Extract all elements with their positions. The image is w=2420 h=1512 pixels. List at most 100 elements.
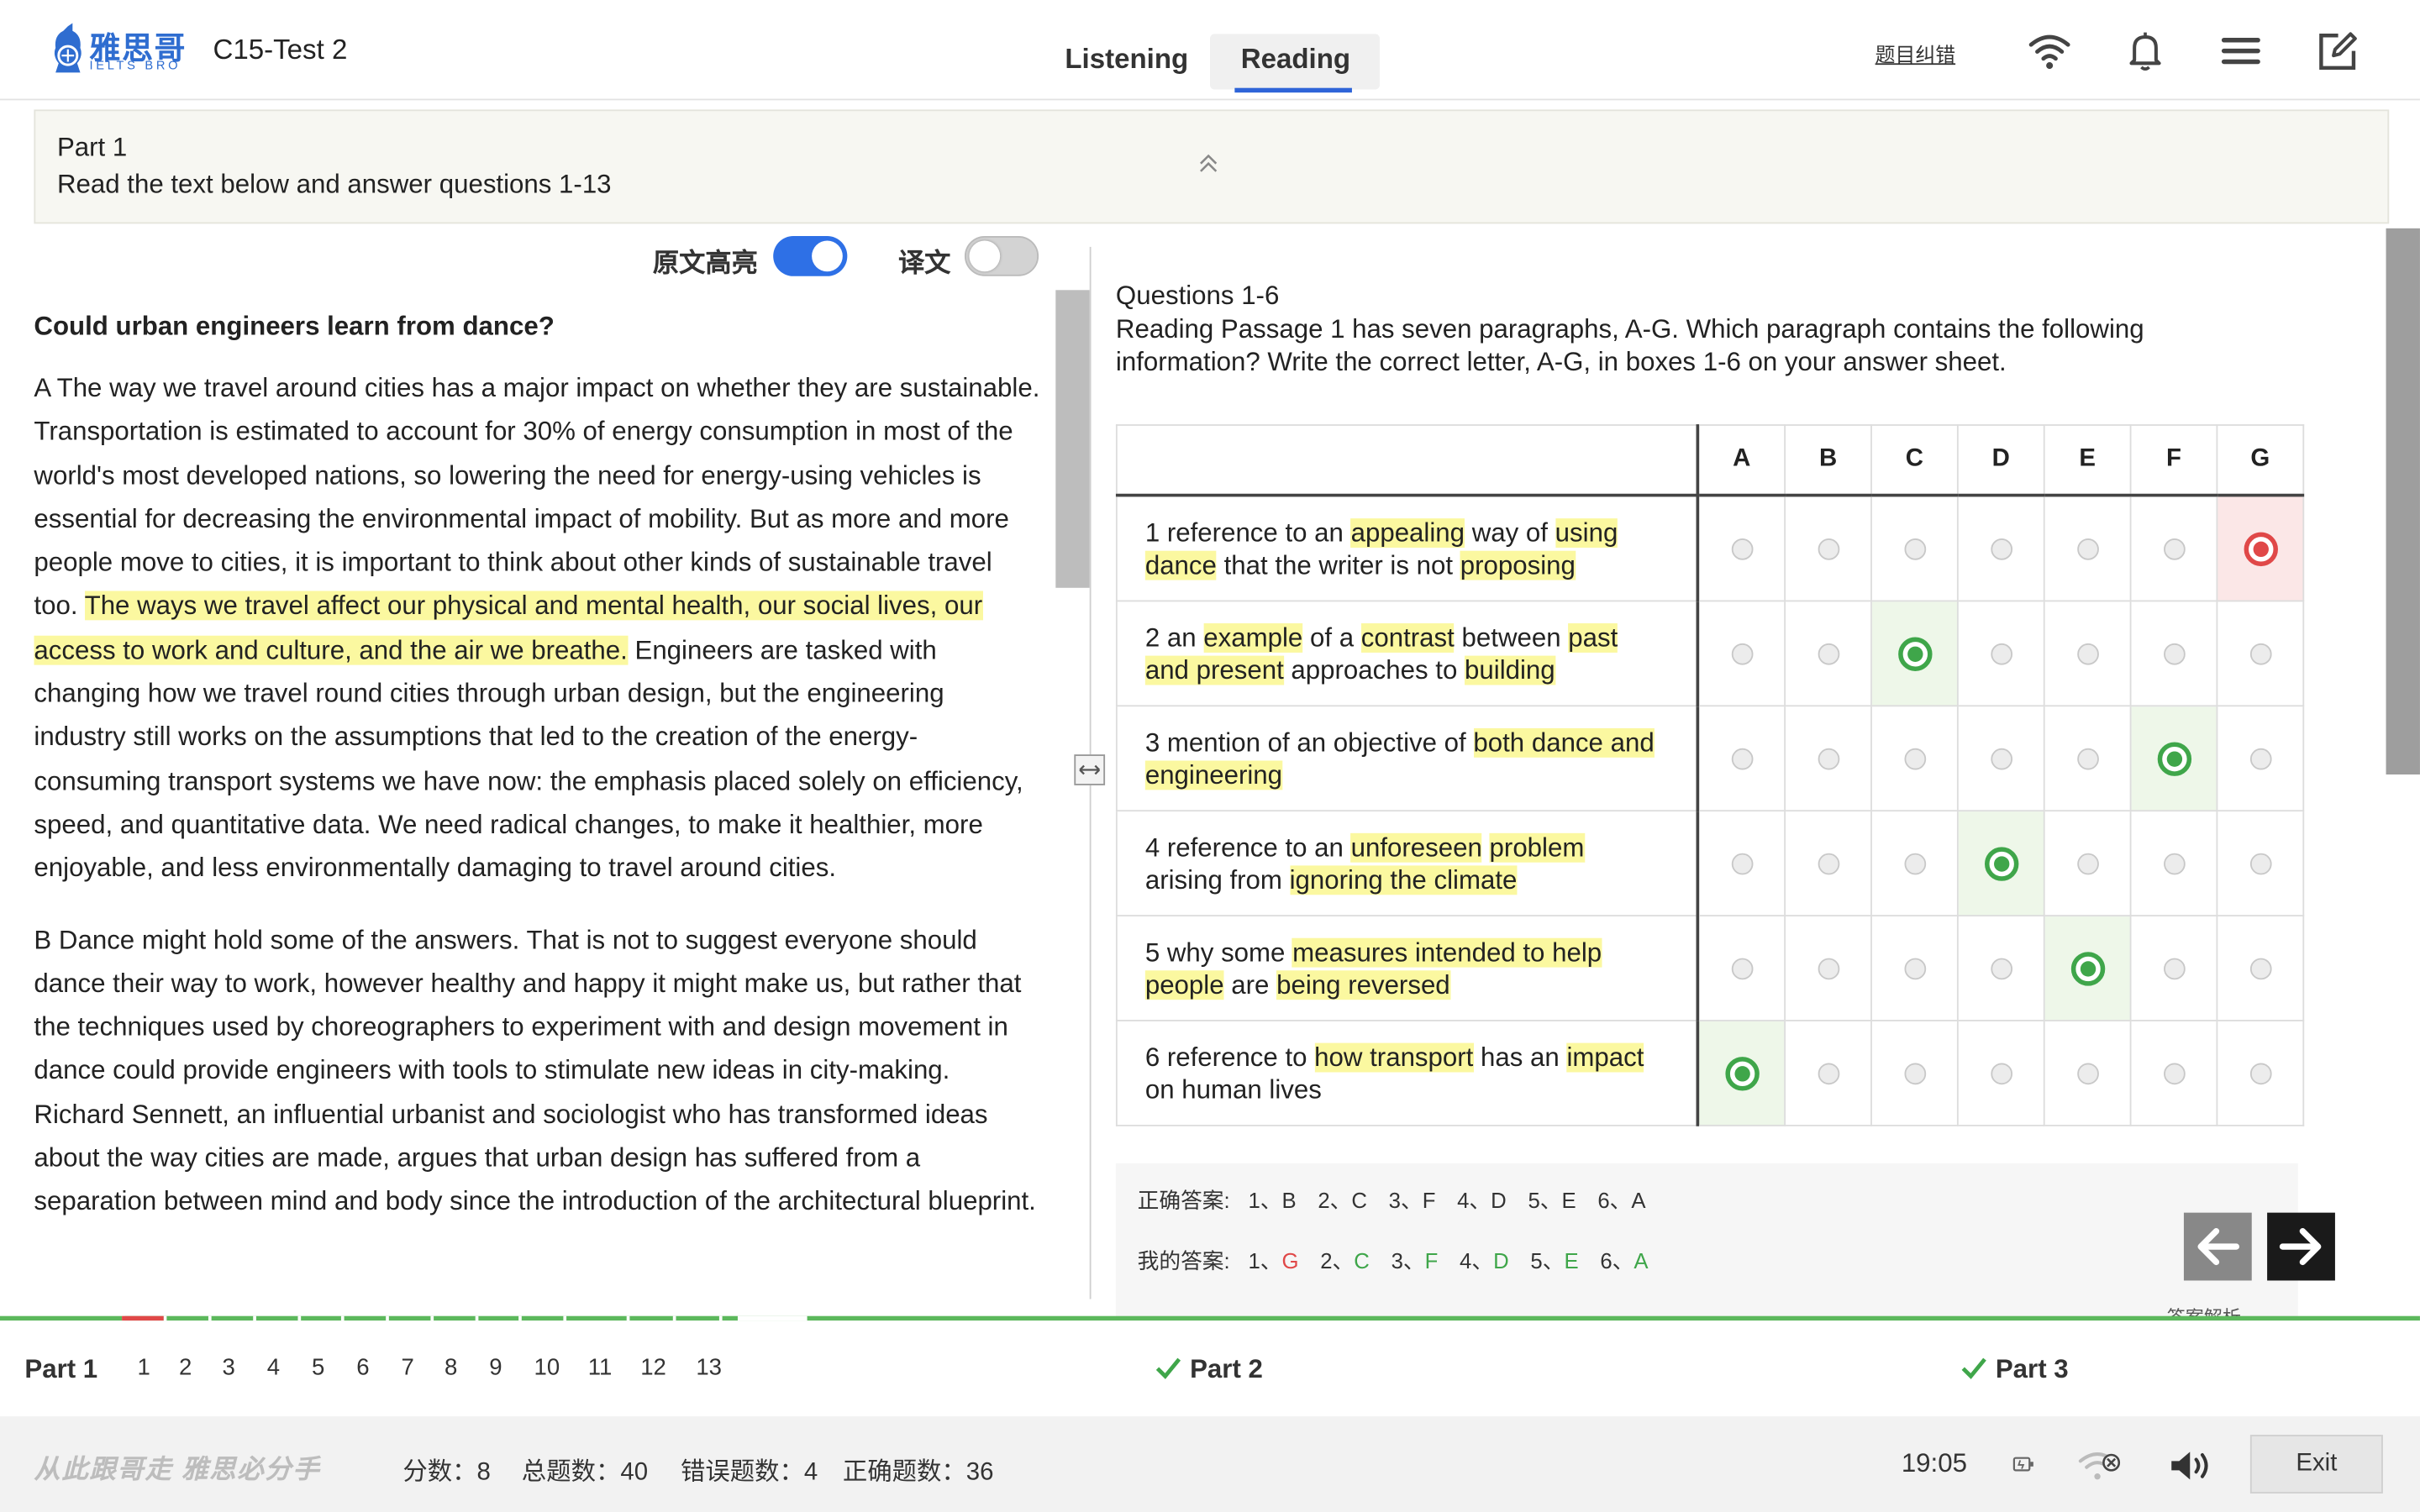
option-cell[interactable] [1870,494,1959,602]
option-cell[interactable] [1784,915,1872,1021]
option-cell[interactable] [2216,600,2305,707]
option-cell[interactable] [2129,600,2218,707]
radio-a[interactable] [1730,643,1753,665]
translation-toggle[interactable] [964,236,1039,276]
option-cell[interactable] [2216,494,2305,602]
radio-d[interactable] [1984,846,2018,880]
option-cell[interactable] [1784,705,1872,812]
radio-g[interactable] [2243,531,2278,566]
next-button[interactable] [2267,1212,2335,1281]
option-cell[interactable] [1870,915,1959,1021]
option-cell[interactable] [2043,705,2132,812]
radio-b[interactable] [1817,958,1839,980]
radio-g[interactable] [2249,643,2271,665]
bell-icon[interactable] [2122,28,2168,74]
option-cell[interactable] [2043,915,2132,1021]
passage-scrollbar[interactable] [1055,290,1090,588]
radio-e[interactable] [2076,748,2098,770]
radio-g[interactable] [2249,958,2271,980]
radio-g[interactable] [2249,853,2271,875]
option-cell[interactable] [1784,810,1872,916]
option-cell[interactable] [2043,1020,2132,1126]
radio-b[interactable] [1817,853,1839,875]
radio-f[interactable] [2163,853,2185,875]
option-cell[interactable] [1956,494,2045,602]
radio-a[interactable] [1730,538,1753,560]
radio-e[interactable] [2076,853,2098,875]
radio-c[interactable] [1903,748,1926,770]
tab-reading[interactable]: Reading [1209,34,1381,90]
radio-e[interactable] [2076,1063,2098,1085]
volume-icon[interactable] [2167,1447,2217,1484]
radio-f[interactable] [2163,1063,2185,1085]
radio-c[interactable] [1903,853,1926,875]
radio-c[interactable] [1903,1063,1926,1085]
option-cell[interactable] [1956,915,2045,1021]
radio-d[interactable] [1990,538,2012,560]
radio-e[interactable] [2076,643,2098,665]
option-cell[interactable] [1870,1020,1959,1126]
exit-button[interactable]: Exit [2249,1435,2383,1494]
question-number-link[interactable]: 12 [640,1355,666,1381]
menu-icon[interactable] [2217,28,2264,74]
question-number-link[interactable]: 5 [312,1355,324,1381]
part2-label[interactable]: Part 2 [1190,1355,1263,1386]
radio-d[interactable] [1990,748,2012,770]
question-number-link[interactable]: 13 [696,1355,722,1381]
wifi-icon[interactable] [2027,28,2073,74]
option-cell[interactable] [1784,494,1872,602]
radio-b[interactable] [1817,1063,1839,1085]
option-cell[interactable] [2129,915,2218,1021]
option-cell[interactable] [1870,810,1959,916]
resize-handle-icon[interactable] [1074,754,1106,785]
option-cell[interactable] [2216,1020,2305,1126]
option-cell[interactable] [1956,600,2045,707]
radio-c[interactable] [1903,958,1926,980]
option-cell[interactable] [2129,494,2218,602]
question-number-link[interactable]: 4 [267,1355,280,1381]
radio-a[interactable] [1730,958,1753,980]
option-cell[interactable] [2216,705,2305,812]
question-number-link[interactable]: 2 [179,1355,192,1381]
part3-label[interactable]: Part 3 [1996,1355,2069,1386]
option-cell[interactable] [1870,705,1959,812]
radio-f[interactable] [2163,958,2185,980]
radio-d[interactable] [1990,643,2012,665]
report-error-link[interactable]: 题目纠错 [1876,39,1956,68]
questions-scrollbar[interactable] [2386,228,2420,775]
radio-c[interactable] [1903,538,1926,560]
app-logo[interactable]: 雅思哥 IELTS BRO [50,22,188,77]
radio-d[interactable] [1990,958,2012,980]
radio-b[interactable] [1817,748,1839,770]
option-cell[interactable] [1697,600,1786,707]
option-cell[interactable] [1697,1020,1786,1126]
option-cell[interactable] [1697,915,1786,1021]
option-cell[interactable] [2216,915,2305,1021]
radio-e[interactable] [2076,538,2098,560]
edit-icon[interactable] [2313,28,2360,74]
radio-b[interactable] [1817,538,1839,560]
option-cell[interactable] [1697,810,1786,916]
question-number-link[interactable]: 9 [489,1355,502,1381]
option-cell[interactable] [2216,810,2305,916]
option-cell[interactable] [1956,705,2045,812]
question-number-link[interactable]: 7 [402,1355,414,1381]
question-number-link[interactable]: 10 [534,1355,560,1381]
question-number-link[interactable]: 6 [356,1355,369,1381]
radio-g[interactable] [2249,748,2271,770]
radio-g[interactable] [2249,1063,2271,1085]
radio-a[interactable] [1730,853,1753,875]
tab-listening[interactable]: Listening [1065,43,1188,98]
option-cell[interactable] [1697,494,1786,602]
option-cell[interactable] [1784,1020,1872,1126]
radio-c[interactable] [1897,636,1932,671]
radio-a[interactable] [1724,1056,1759,1090]
option-cell[interactable] [2129,1020,2218,1126]
option-cell[interactable] [1697,705,1786,812]
radio-d[interactable] [1990,1063,2012,1085]
option-cell[interactable] [2043,600,2132,707]
radio-f[interactable] [2163,538,2185,560]
radio-e[interactable] [2070,951,2105,985]
option-cell[interactable] [2129,705,2218,812]
question-number-link[interactable]: 3 [222,1355,234,1381]
